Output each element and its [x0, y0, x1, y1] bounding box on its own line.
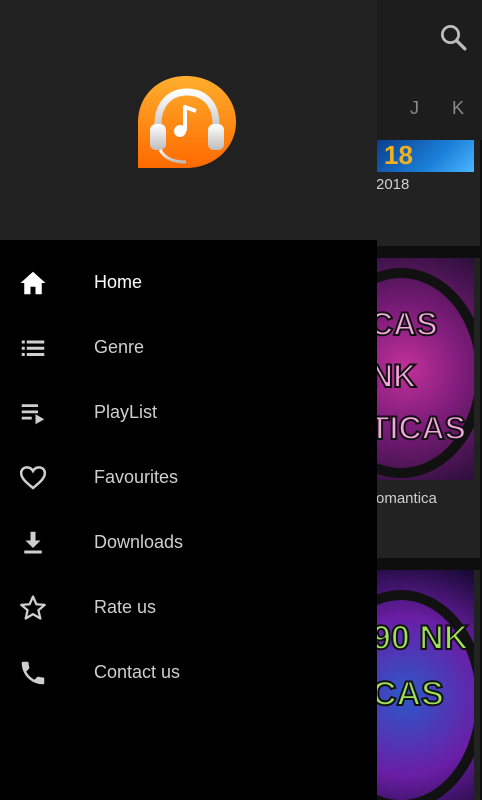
album-art: CAS NK TICAS — [376, 258, 474, 480]
playlist-icon — [21, 404, 45, 425]
headphones-music-logo — [138, 76, 236, 168]
menu-item-genre[interactable]: Genre — [0, 315, 377, 379]
album-art: 90 NK CAS — [376, 570, 474, 800]
menu-item-favourites[interactable]: Favourites — [0, 445, 377, 509]
album-title: 2018 — [376, 176, 410, 193]
menu-item-rate-us[interactable]: Rate us — [0, 575, 377, 639]
menu-item-downloads[interactable]: Downloads — [0, 510, 377, 574]
menu-item-label: Downloads — [94, 532, 184, 552]
navigation-drawer: Home Genre PlayList Favourites Downloads… — [0, 0, 377, 800]
tab-k[interactable]: K — [452, 98, 464, 119]
album-card[interactable]: 90 NK CAS — [376, 570, 480, 800]
menu-item-home[interactable]: Home — [0, 250, 377, 314]
menu-item-label: PlayList — [94, 402, 158, 422]
album-art: 18 — [376, 140, 474, 172]
menu-item-playlist[interactable]: PlayList — [0, 380, 377, 444]
drawer-header — [0, 0, 377, 240]
menu-item-label: Contact us — [94, 662, 181, 682]
menu-item-label: Home — [94, 272, 143, 292]
tab-j[interactable]: J — [410, 98, 419, 119]
heart-icon — [19, 466, 47, 490]
album-art-text: CAS NK TICAS — [376, 305, 467, 447]
album-title: omantica — [376, 490, 437, 507]
search-icon[interactable] — [438, 22, 468, 52]
menu-item-label: Favourites — [94, 467, 179, 487]
home-icon — [20, 271, 46, 295]
album-art-text: 18 — [384, 140, 413, 170]
album-card[interactable]: 18 2018 — [376, 140, 480, 246]
star-icon — [20, 595, 46, 620]
phone-icon — [21, 661, 45, 685]
album-art-text: 90 NK CAS — [376, 618, 469, 714]
album-card[interactable]: CAS NK TICAS omantica — [376, 258, 480, 558]
list-icon — [21, 340, 45, 356]
download-icon — [24, 531, 42, 554]
menu-item-label: Rate us — [94, 597, 157, 617]
menu-item-contact-us[interactable]: Contact us — [0, 640, 377, 704]
menu-item-label: Genre — [94, 337, 145, 357]
